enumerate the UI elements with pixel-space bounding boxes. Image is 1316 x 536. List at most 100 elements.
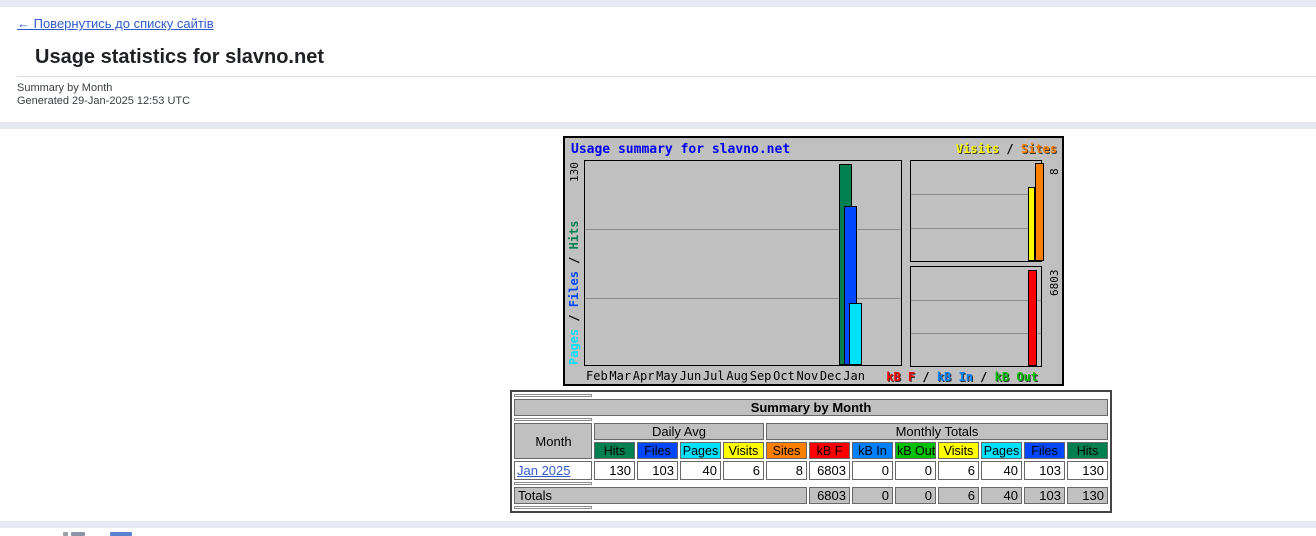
visits-sites-plot <box>910 160 1042 262</box>
month-tick-label: Apr <box>633 369 655 383</box>
top-divider-band <box>0 0 1316 7</box>
gridline <box>911 300 1041 301</box>
summary-by-month-caption: Summary by Month <box>17 82 112 94</box>
mid-divider-band <box>0 122 1316 129</box>
usage-summary-chart: Usage summary for slavno.net Visits / Si… <box>563 136 1064 386</box>
metric-header-kb-f: kB F <box>809 442 850 459</box>
metric-header-files: Files <box>637 442 678 459</box>
metric-header-pages: Pages <box>680 442 721 459</box>
legend-item: Visits <box>956 142 999 156</box>
spacer-row <box>514 482 1108 485</box>
right-axis-kbytes-max-label: 6803 <box>1048 270 1061 297</box>
totals-row: Totals 680300640103130 <box>514 487 1108 504</box>
kbytes-plot <box>910 266 1042 367</box>
generated-timestamp: Generated 29-Jan-2025 12:53 UTC <box>17 95 190 107</box>
month-tick-label: Mar <box>609 369 631 383</box>
legend-separator: / <box>567 307 581 329</box>
table-data-cell: 6 <box>723 461 764 480</box>
gridline <box>911 194 1041 195</box>
column-group-row: Month Daily Avg Monthly Totals <box>514 423 1108 440</box>
gridline <box>911 333 1041 334</box>
month-link[interactable]: Jan 2025 <box>517 463 571 478</box>
metric-header-visits: Visits <box>938 442 979 459</box>
metric-header-visits: Visits <box>723 442 764 459</box>
month-data-row: Jan 20251301034068680300640103130 <box>514 461 1108 480</box>
chart-legend-kbytes: kB F / kB In / kB Out <box>886 370 1038 384</box>
legend-item: kB Out <box>995 370 1038 384</box>
totals-value-cell: 0 <box>895 487 936 504</box>
spacer-row <box>514 394 1108 397</box>
table-data-cell: 6 <box>938 461 979 480</box>
bar-kbf <box>1028 270 1037 366</box>
metric-header-kb-out: kB Out <box>895 442 936 459</box>
spacer-row <box>514 418 1108 421</box>
clipped-footer-content <box>63 532 132 536</box>
month-tick-label: Sep <box>750 369 772 383</box>
metric-header-pages: Pages <box>981 442 1022 459</box>
page-title: Usage statistics for slavno.net <box>35 46 324 69</box>
month-column-header: Month <box>514 423 592 459</box>
month-tick-label: Jan <box>843 369 865 383</box>
legend-item: Pages <box>567 329 581 365</box>
legend-separator: / <box>999 142 1021 156</box>
table-data-cell: 103 <box>637 461 678 480</box>
hits-files-pages-plot <box>584 160 902 366</box>
legend-item: Sites <box>1021 142 1057 156</box>
table-data-cell: 130 <box>1067 461 1108 480</box>
legend-item: Files <box>567 271 581 307</box>
bar-sites <box>1035 163 1044 261</box>
metric-header-hits: Hits <box>1067 442 1108 459</box>
table-data-cell: 103 <box>1024 461 1065 480</box>
month-tick-label: Jun <box>680 369 702 383</box>
chart-title: Usage summary for slavno.net <box>571 142 790 157</box>
month-tick-label: Nov <box>797 369 819 383</box>
month-tick-label: Aug <box>726 369 748 383</box>
monthly-totals-group-header: Monthly Totals <box>766 423 1108 440</box>
bottom-divider-band <box>0 521 1316 528</box>
webalizer-stats-page: ← Повернутись до списку сайтів Usage sta… <box>0 0 1316 536</box>
month-tick-label: Dec <box>820 369 842 383</box>
table-data-cell: 40 <box>981 461 1022 480</box>
totals-label: Totals <box>514 487 807 504</box>
metric-header-hits: Hits <box>594 442 635 459</box>
legend-item: kB In <box>937 370 973 384</box>
right-axis-sites-max-label: 8 <box>1048 168 1061 175</box>
spacer-row <box>514 506 1108 509</box>
left-axis-series-label: Pages / Files / Hits <box>567 220 581 365</box>
month-tick-label: Jul <box>703 369 725 383</box>
metric-header-kb-in: kB In <box>852 442 893 459</box>
totals-value-cell: 103 <box>1024 487 1065 504</box>
month-tick-label: Oct <box>773 369 795 383</box>
legend-item: Hits <box>567 220 581 249</box>
summary-by-month-table: Summary by Month Month Daily Avg Monthly… <box>510 390 1112 513</box>
legend-item: kB F <box>886 370 915 384</box>
metric-header-files: Files <box>1024 442 1065 459</box>
month-axis: FebMarAprMayJunJulAugSepOctNovDecJan <box>586 369 865 383</box>
header-divider <box>17 76 1316 77</box>
gridline <box>911 228 1041 229</box>
bar-pages-jan <box>849 303 862 365</box>
month-tick-label: Feb <box>586 369 608 383</box>
month-cell: Jan 2025 <box>514 461 592 480</box>
legend-separator: / <box>567 249 581 271</box>
table-title-row: Summary by Month <box>514 399 1108 416</box>
back-to-site-list-link[interactable]: ← Повернутись до списку сайтів <box>17 16 214 31</box>
month-tick-label: May <box>656 369 678 383</box>
table-data-cell: 6803 <box>809 461 850 480</box>
table-data-cell: 0 <box>895 461 936 480</box>
totals-value-cell: 6803 <box>809 487 850 504</box>
table-data-cell: 0 <box>852 461 893 480</box>
table-data-cell: 40 <box>680 461 721 480</box>
bar-visits <box>1028 187 1035 261</box>
legend-separator: / <box>973 370 995 384</box>
totals-value-cell: 0 <box>852 487 893 504</box>
metric-header-row: HitsFilesPagesVisitsSiteskB FkB InkB Out… <box>514 442 1108 459</box>
metric-header-sites: Sites <box>766 442 807 459</box>
table-title: Summary by Month <box>514 399 1108 416</box>
table-data-cell: 130 <box>594 461 635 480</box>
left-axis-max-label: 130 <box>568 162 581 182</box>
totals-value-cell: 6 <box>938 487 979 504</box>
totals-value-cell: 130 <box>1067 487 1108 504</box>
totals-value-cell: 40 <box>981 487 1022 504</box>
daily-avg-group-header: Daily Avg <box>594 423 764 440</box>
